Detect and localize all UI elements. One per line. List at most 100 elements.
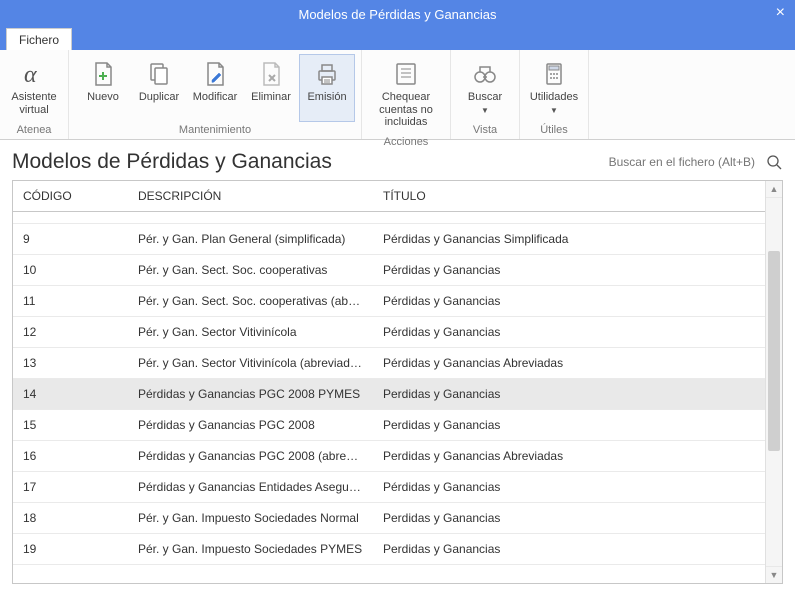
cell-codigo: 14 xyxy=(13,379,128,410)
table-row[interactable]: 15Pérdidas y Ganancias PGC 2008Perdidas … xyxy=(13,410,765,441)
cell-descripcion: Pérdidas y Ganancias Entidades Asegurado… xyxy=(128,472,373,503)
scroll-down-icon[interactable]: ▼ xyxy=(766,566,782,583)
buscar-button[interactable]: Buscar ▼ xyxy=(457,54,513,122)
eliminar-label: Eliminar xyxy=(251,91,291,104)
cell-descripcion: Pérdidas y Ganancias PGC 2008 PYMES xyxy=(128,379,373,410)
close-icon[interactable]: × xyxy=(776,4,785,22)
cell-codigo: 9 xyxy=(13,224,128,255)
nuevo-button[interactable]: Nuevo xyxy=(75,54,131,122)
ribbon-group-title-atenea: Atenea xyxy=(17,122,52,140)
cell-descripcion: Pér. y Gan. Sect. Soc. cooperativas (abr… xyxy=(128,286,373,317)
cell-titulo: Perdidas y Ganancias xyxy=(373,410,765,441)
cell-titulo: Perdidas y Ganancias xyxy=(373,503,765,534)
ribbon: α Asistente virtual Atenea Nuevo Duplica… xyxy=(0,50,795,140)
chevron-down-icon: ▼ xyxy=(481,106,489,115)
cell-titulo: Pérdidas y Ganancias xyxy=(373,317,765,348)
cell-codigo: 13 xyxy=(13,348,128,379)
cell-descripcion: Pér. y Gan. Sect. Soc. cooperativas xyxy=(128,255,373,286)
table-row[interactable]: 12Pér. y Gan. Sector VitivinícolaPérdida… xyxy=(13,317,765,348)
chequear-cuentas-label: Chequear cuentas no incluidas xyxy=(371,91,441,129)
buscar-label: Buscar xyxy=(468,91,502,104)
scroll-thumb[interactable] xyxy=(768,251,780,451)
tab-fichero[interactable]: Fichero xyxy=(6,28,72,50)
content-area: Modelos de Pérdidas y Ganancias CÓDIGO D… xyxy=(0,140,795,584)
duplicar-label: Duplicar xyxy=(139,91,179,104)
column-header-descripcion[interactable]: DESCRIPCIÓN xyxy=(128,181,373,212)
cell-descripcion: Pér. y Gan. Impuesto Sociedades PYMES xyxy=(128,534,373,565)
scroll-up-icon[interactable]: ▲ xyxy=(766,181,782,198)
edit-pencil-icon xyxy=(200,59,230,89)
emision-label: Emisión xyxy=(307,91,346,104)
cell-titulo: Pérdidas y Ganancias Simplificada xyxy=(373,224,765,255)
cell-titulo: Pérdidas y Ganancias xyxy=(373,472,765,503)
column-header-titulo[interactable]: TÍTULO xyxy=(373,181,765,212)
svg-text:α: α xyxy=(24,62,37,88)
ribbon-group-title-vista: Vista xyxy=(473,122,497,140)
modificar-button[interactable]: Modificar xyxy=(187,54,243,122)
cell-codigo: 16 xyxy=(13,441,128,472)
vertical-scrollbar[interactable]: ▲ ▼ xyxy=(765,181,782,583)
cell-codigo: 12 xyxy=(13,317,128,348)
cell-codigo: 18 xyxy=(13,503,128,534)
ribbon-group-mantenimiento: Nuevo Duplicar Modificar Eliminar xyxy=(69,50,362,139)
search-input[interactable] xyxy=(587,154,757,170)
table-row[interactable]: 10Pér. y Gan. Sect. Soc. cooperativasPér… xyxy=(13,255,765,286)
asistente-virtual-label: Asistente virtual xyxy=(9,91,59,116)
nuevo-label: Nuevo xyxy=(87,91,119,104)
column-header-codigo[interactable]: CÓDIGO xyxy=(13,181,128,212)
cell-titulo: Perdidas y Ganancias xyxy=(373,534,765,565)
duplicar-button[interactable]: Duplicar xyxy=(131,54,187,122)
cell-descripcion: Pér. y Gan. Sector Vitivinícola xyxy=(128,317,373,348)
utilidades-button[interactable]: Utilidades ▼ xyxy=(526,54,582,122)
cell-descripcion: Pérdidas y Ganancias PGC 2008 (abreviada… xyxy=(128,441,373,472)
ribbon-group-acciones: Chequear cuentas no incluidas Acciones xyxy=(362,50,451,139)
duplicate-icon xyxy=(144,59,174,89)
cell-codigo: 15 xyxy=(13,410,128,441)
cell-titulo: Pérdidas y Ganancias xyxy=(373,286,765,317)
chevron-down-icon: ▼ xyxy=(550,106,558,115)
eliminar-button[interactable]: Eliminar xyxy=(243,54,299,122)
cell-codigo: 11 xyxy=(13,286,128,317)
cell-titulo: Perdidas y Ganancias Abreviadas xyxy=(373,441,765,472)
table-row[interactable]: 18Pér. y Gan. Impuesto Sociedades Normal… xyxy=(13,503,765,534)
data-grid: CÓDIGO DESCRIPCIÓN TÍTULO 9Pér. y Gan. P… xyxy=(12,180,783,584)
window-titlebar: Modelos de Pérdidas y Ganancias × xyxy=(0,0,795,28)
calculator-icon xyxy=(539,59,569,89)
ribbon-group-atenea: α Asistente virtual Atenea xyxy=(0,50,69,139)
table-row[interactable]: 16Pérdidas y Ganancias PGC 2008 (abrevia… xyxy=(13,441,765,472)
search-icon[interactable] xyxy=(765,153,783,171)
asistente-virtual-button[interactable]: α Asistente virtual xyxy=(6,54,62,122)
cell-titulo: Perdidas y Ganancias xyxy=(373,379,765,410)
table-row[interactable]: 9Pér. y Gan. Plan General (simplificada)… xyxy=(13,224,765,255)
ribbon-group-vista: Buscar ▼ Vista xyxy=(451,50,520,139)
table-row[interactable]: 14Pérdidas y Ganancias PGC 2008 PYMESPer… xyxy=(13,379,765,410)
cell-titulo: Pérdidas y Ganancias xyxy=(373,255,765,286)
modificar-label: Modificar xyxy=(193,91,238,104)
ribbon-group-title-acciones: Acciones xyxy=(384,134,429,152)
table-row[interactable]: 11Pér. y Gan. Sect. Soc. cooperativas (a… xyxy=(13,286,765,317)
cell-descripcion: Pér. y Gan. Plan General (simplificada) xyxy=(128,224,373,255)
ribbon-group-title-mantenimiento: Mantenimiento xyxy=(179,122,251,140)
table-row[interactable]: 17Pérdidas y Ganancias Entidades Asegura… xyxy=(13,472,765,503)
emision-button[interactable]: Emisión xyxy=(299,54,355,122)
cell-titulo: Pérdidas y Ganancias Abreviadas xyxy=(373,348,765,379)
cell-codigo: 10 xyxy=(13,255,128,286)
page-title: Modelos de Pérdidas y Ganancias xyxy=(12,150,332,174)
ribbon-group-utiles: Utilidades ▼ Útiles xyxy=(520,50,589,139)
utilidades-label: Utilidades xyxy=(530,91,578,104)
print-icon xyxy=(312,59,342,89)
binoculars-icon xyxy=(470,59,500,89)
cell-descripcion: Pér. y Gan. Impuesto Sociedades Normal xyxy=(128,503,373,534)
cell-codigo: 17 xyxy=(13,472,128,503)
delete-icon xyxy=(256,59,286,89)
search-area xyxy=(587,153,783,171)
ribbon-group-title-utiles: Útiles xyxy=(540,122,568,140)
list-check-icon xyxy=(391,59,421,89)
chequear-cuentas-button[interactable]: Chequear cuentas no incluidas xyxy=(368,54,444,134)
cell-descripcion: Pérdidas y Ganancias PGC 2008 xyxy=(128,410,373,441)
table-row[interactable]: 13Pér. y Gan. Sector Vitivinícola (abrev… xyxy=(13,348,765,379)
cell-codigo: 19 xyxy=(13,534,128,565)
table-row[interactable]: 19Pér. y Gan. Impuesto Sociedades PYMESP… xyxy=(13,534,765,565)
alpha-icon: α xyxy=(19,59,49,89)
window-title: Modelos de Pérdidas y Ganancias xyxy=(298,7,496,22)
